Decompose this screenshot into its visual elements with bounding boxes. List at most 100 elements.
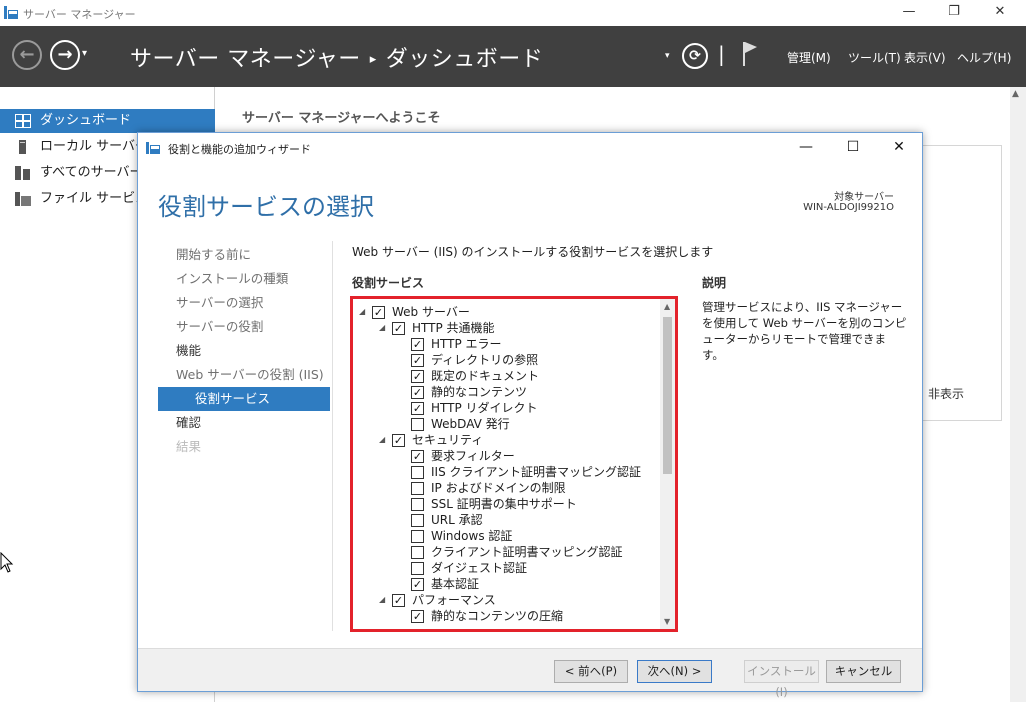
forward-button[interactable]: → <box>50 40 80 70</box>
tree-checkbox[interactable]: ✓ <box>411 338 424 351</box>
breadcrumb-root[interactable]: サーバー マネージャー <box>130 47 361 72</box>
expand-collapse-icon[interactable]: ◢ <box>379 432 385 448</box>
tree-node[interactable]: URL 承認 <box>353 512 653 528</box>
step-installation-type[interactable]: インストールの種類 <box>158 267 330 291</box>
tree-checkbox[interactable] <box>411 498 424 511</box>
back-button[interactable]: ← <box>12 40 42 70</box>
tree-node[interactable]: ◢ ✓ パフォーマンス <box>353 592 653 608</box>
minimize-button[interactable]: — <box>899 4 919 19</box>
scroll-up-icon[interactable]: ▲ <box>664 302 670 311</box>
hide-link[interactable]: 非表示 <box>928 385 964 402</box>
tree-checkbox[interactable] <box>411 466 424 479</box>
step-results: 結果 <box>176 439 202 454</box>
breadcrumb: サーバー マネージャー ▸ ダッシュボード <box>130 41 543 73</box>
tree-checkbox[interactable]: ✓ <box>392 594 405 607</box>
tree-node[interactable]: ✓ 既定のドキュメント <box>353 368 653 384</box>
welcome-tile <box>922 145 1002 421</box>
expand-collapse-icon[interactable]: ◢ <box>359 304 365 320</box>
tree-node[interactable]: ✓ 基本認証 <box>353 576 653 592</box>
scroll-down-icon[interactable]: ▼ <box>664 617 670 626</box>
server-manager-icon <box>4 6 18 19</box>
tree-checkbox[interactable] <box>411 418 424 431</box>
refresh-icon: ⟳ <box>689 48 701 64</box>
tree-checkbox[interactable]: ✓ <box>411 578 424 591</box>
tree-checkbox[interactable] <box>411 530 424 543</box>
tree-checkbox[interactable]: ✓ <box>392 434 405 447</box>
menu-view[interactable]: 表示(V) <box>904 49 946 66</box>
menu-manage[interactable]: 管理(M) <box>787 49 831 66</box>
close-button[interactable]: ✕ <box>990 4 1010 19</box>
wizard-icon <box>146 142 160 154</box>
tree-node[interactable]: SSL 証明書の集中サポート <box>353 496 653 512</box>
scroll-up-icon[interactable]: ▲ <box>1012 89 1019 99</box>
role-services-tree[interactable]: ◢ ✓ Web サーバー ◢ ✓ HTTP 共通機能 ✓ HTTP エラー ✓ ディレクトリの参照… <box>350 296 678 632</box>
tree-checkbox[interactable] <box>411 546 424 559</box>
tree-node[interactable]: ✓ HTTP リダイレクト <box>353 400 653 416</box>
notifications-flag-icon[interactable] <box>740 40 760 68</box>
scrollbar-thumb[interactable] <box>663 317 672 474</box>
wizard-title: 役割と機能の追加ウィザード <box>168 143 311 156</box>
next-button[interactable]: 次へ(N) > <box>637 660 712 683</box>
sidebar-item-dashboard[interactable]: ダッシュボード <box>0 109 215 133</box>
tree-node-label: クライアント証明書マッピング認証 <box>431 545 623 559</box>
main-scrollbar[interactable]: ▲ <box>1010 87 1026 702</box>
maximize-button[interactable]: ❐ <box>944 4 964 19</box>
tree-node[interactable]: クライアント証明書マッピング認証 <box>353 544 653 560</box>
tree-node[interactable]: ✓ 静的なコンテンツ <box>353 384 653 400</box>
tree-checkbox[interactable] <box>411 482 424 495</box>
tree-node-label: セキュリティ <box>412 433 484 447</box>
back-arrow-icon: ← <box>19 44 35 65</box>
tree-node-label: 基本認証 <box>431 577 480 591</box>
wizard-close-button[interactable]: ✕ <box>890 139 908 155</box>
step-features[interactable]: 機能 <box>158 339 330 363</box>
tree-node[interactable]: ✓ 要求フィルター <box>353 448 653 464</box>
tree-node[interactable]: IIS クライアント証明書マッピング認証 <box>353 464 653 480</box>
menu-tools[interactable]: ツール(T) <box>848 49 901 66</box>
expand-collapse-icon[interactable]: ◢ <box>379 592 385 608</box>
step-server-selection[interactable]: サーバーの選択 <box>158 291 330 315</box>
install-button: インストール(I) <box>744 660 819 699</box>
tree-node-label: Web サーバー <box>392 305 470 319</box>
tree-scrollbar[interactable]: ▲ ▼ <box>660 299 675 629</box>
tree-checkbox[interactable]: ✓ <box>411 610 424 623</box>
tree-node-label: ダイジェスト認証 <box>431 561 528 575</box>
tree-node[interactable]: ✓ 静的なコンテンツの圧縮 <box>353 608 653 624</box>
menu-help[interactable]: ヘルプ(H) <box>957 49 1011 66</box>
step-before-you-begin[interactable]: 開始する前に <box>158 243 330 267</box>
step-confirmation[interactable]: 確認 <box>158 411 330 435</box>
wizard-minimize-button[interactable]: — <box>797 139 815 155</box>
tree-node[interactable]: ◢ ✓ HTTP 共通機能 <box>353 320 653 336</box>
app-title: サーバー マネージャー <box>23 8 136 21</box>
target-server-label: 対象サーバー <box>834 192 894 203</box>
tree-node[interactable]: ◢ ✓ Web サーバー <box>353 304 653 320</box>
tree-node[interactable]: ✓ ディレクトリの参照 <box>353 352 653 368</box>
tree-checkbox[interactable]: ✓ <box>411 402 424 415</box>
tree-node[interactable]: Windows 認証 <box>353 528 653 544</box>
tree-node[interactable]: ◢ ✓ セキュリティ <box>353 432 653 448</box>
expand-collapse-icon[interactable]: ◢ <box>379 320 385 336</box>
tree-checkbox[interactable] <box>411 514 424 527</box>
tree-checkbox[interactable]: ✓ <box>411 370 424 383</box>
nav-history-dropdown-icon[interactable]: ▾ <box>82 48 87 59</box>
tree-checkbox[interactable]: ✓ <box>411 354 424 367</box>
step-server-roles[interactable]: サーバーの役割 <box>158 315 330 339</box>
wizard-maximize-button[interactable]: ☐ <box>844 139 862 155</box>
refresh-button[interactable]: ⟳ <box>682 43 708 69</box>
tree-checkbox[interactable]: ✓ <box>411 450 424 463</box>
tree-node[interactable]: IP およびドメインの制限 <box>353 480 653 496</box>
previous-button[interactable]: < 前へ(P) <box>554 660 628 683</box>
tree-checkbox[interactable]: ✓ <box>411 386 424 399</box>
cancel-button[interactable]: キャンセル <box>826 660 901 683</box>
tree-node-label: URL 承認 <box>431 513 483 527</box>
tree-node[interactable]: ✓ HTTP エラー <box>353 336 653 352</box>
tree-checkbox[interactable]: ✓ <box>372 306 385 319</box>
welcome-title: サーバー マネージャーへようこそ <box>242 111 441 126</box>
tree-checkbox[interactable]: ✓ <box>392 322 405 335</box>
step-role-services[interactable]: 役割サービス <box>158 387 330 411</box>
tree-node[interactable]: ダイジェスト認証 <box>353 560 653 576</box>
refresh-dropdown-icon[interactable]: ▾ <box>665 51 670 61</box>
tree-checkbox[interactable] <box>411 562 424 575</box>
breadcrumb-separator-icon: ▸ <box>369 52 377 67</box>
tree-node[interactable]: WebDAV 発行 <box>353 416 653 432</box>
step-web-server-role[interactable]: Web サーバーの役割 (IIS) <box>158 363 330 387</box>
